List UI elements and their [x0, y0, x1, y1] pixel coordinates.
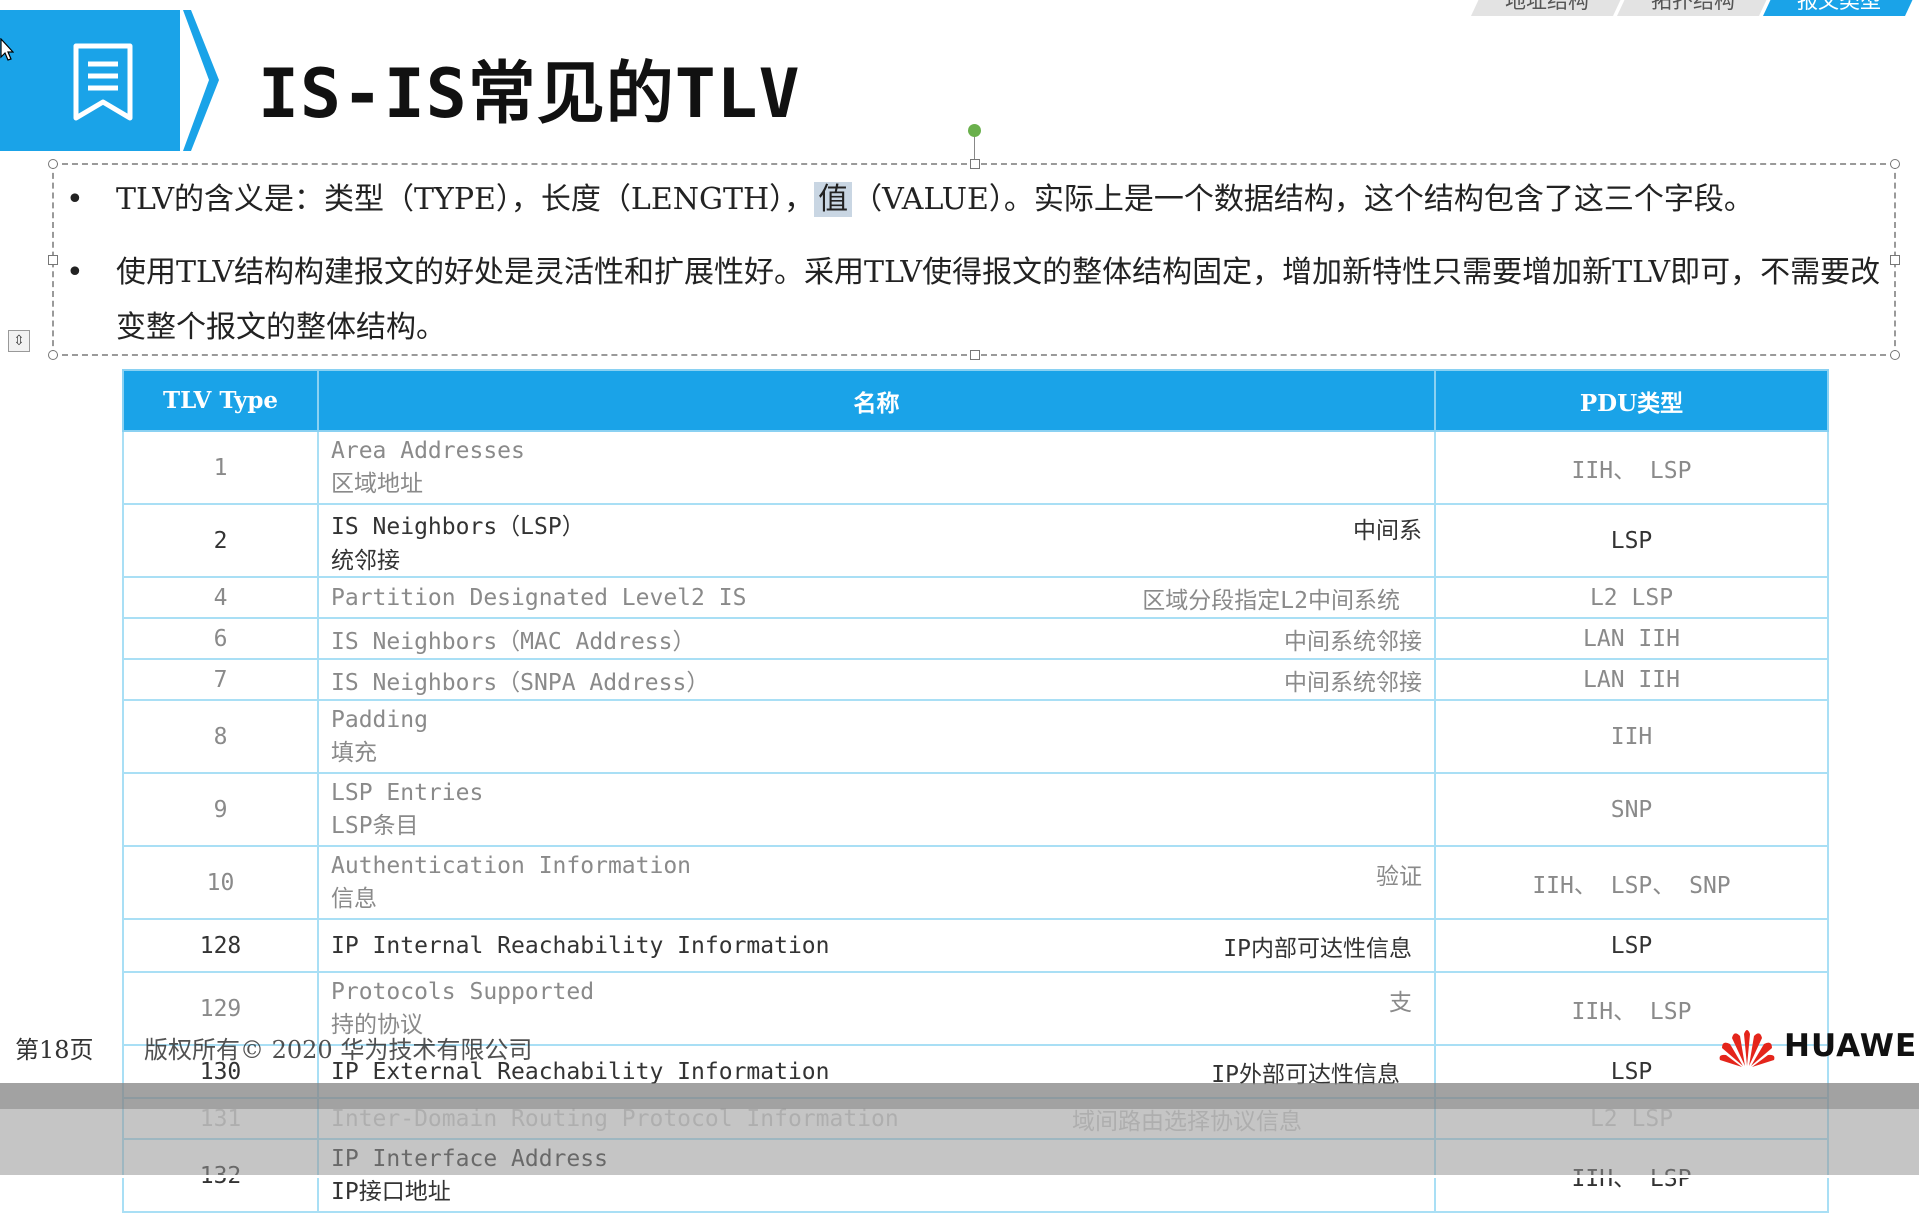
table-row: 9 LSP Entries LSP条目 SNP	[122, 772, 1829, 847]
pdu-type-cell: SNP	[1434, 772, 1829, 847]
huawei-wordmark: HUAWEI	[1784, 1028, 1919, 1064]
tlv-name-en: IS Neighbors（LSP）	[331, 513, 585, 540]
rotate-handle[interactable]	[968, 124, 981, 137]
page-title: IS-IS常见的TLV	[258, 55, 801, 134]
tlv-name-en: Partition Designated Level2 IS	[331, 584, 747, 611]
tlv-name-en: IS Neighbors（MAC Address）	[331, 628, 696, 655]
column-header-name: 名称	[317, 369, 1436, 432]
mouse-cursor-icon	[0, 38, 14, 61]
tlv-type-cell: 7	[122, 658, 319, 701]
tlv-name-cell: IS Neighbors（LSP） 统邻接 中间系	[317, 503, 1436, 578]
tlv-name-cn-right: 中间系	[1353, 517, 1422, 544]
table-row: 8 Padding 填充 IIH	[122, 699, 1829, 774]
pdu-type-cell: LSP	[1434, 918, 1829, 973]
bullet-text: TLV的含义是：类型（TYPE），长度（LENGTH），	[116, 182, 815, 217]
pdu-type-cell: LSP	[1434, 503, 1829, 578]
pdu-type-cell: LAN IIH	[1434, 658, 1829, 701]
tlv-name-cn: 信息	[331, 885, 377, 912]
tlv-name-cell: LSP Entries LSP条目	[317, 772, 1436, 847]
document-icon	[73, 43, 133, 121]
tlv-name-cn-right: 区域分段指定L2中间系统	[1142, 587, 1400, 614]
pdu-type-cell: IIH	[1434, 699, 1829, 774]
table-row: 6 IS Neighbors（MAC Address） 中间系统邻接 LAN I…	[122, 617, 1829, 660]
footer-copyright: 版权所有© 2020 华为技术有限公司	[144, 1036, 533, 1064]
table-header-row: TLV Type 名称 PDU类型	[122, 369, 1829, 432]
resize-handle-top-right[interactable]	[1890, 159, 1900, 169]
tlv-name-en: Padding	[331, 706, 428, 733]
tlv-name-en: LSP Entries	[331, 779, 484, 806]
tlv-name-cn: LSP条目	[331, 812, 419, 839]
tlv-name-cell: Area Addresses 区域地址	[317, 430, 1436, 505]
table-row: 1 Area Addresses 区域地址 IIH、 LSP	[122, 430, 1829, 505]
tlv-name-cn: 统邻接	[331, 547, 400, 574]
bullet-text: （VALUE）。实际上是一个数据结构，这个结构包含了这三个字段。	[852, 182, 1754, 217]
resize-handle-top[interactable]	[970, 159, 980, 169]
tlv-name-cn-right: 中间系统邻接	[1284, 628, 1422, 655]
tlv-name-en: Inter-Domain Routing Protocol Informatio…	[331, 1105, 899, 1132]
column-header-tlv-type: TLV Type	[122, 369, 319, 432]
tlv-name-cn-right: IP内部可达性信息	[1223, 935, 1412, 962]
tlv-name-cn-right: 验证	[1376, 863, 1422, 890]
tlv-type-cell: 4	[122, 576, 319, 619]
resize-handle-bottom-left[interactable]	[48, 350, 58, 360]
tlv-type-cell: 2	[122, 503, 319, 578]
tab-topology-structure[interactable]: 拓扑结构	[1617, 0, 1773, 16]
footer-page-number: 第18页	[15, 1036, 94, 1064]
resize-handle-top-left[interactable]	[48, 159, 58, 169]
tlv-name-en: IP Interface Address	[331, 1145, 608, 1172]
tlv-name-en: IP Internal Reachability Information	[331, 932, 830, 959]
tab-packet-types[interactable]: 报文类型	[1763, 0, 1919, 16]
bullet-text: 使用TLV结构构建报文的好处是灵活性和扩展性好。采用TLV使得报文的整体结构固定…	[116, 255, 1881, 345]
tlv-name-cell: Authentication Information 信息 验证	[317, 845, 1436, 920]
bullet-tlv-meaning: TLV的含义是：类型（TYPE），长度（LENGTH），值（VALUE）。实际上…	[60, 172, 1890, 227]
pdu-type-cell: L2 LSP	[1434, 576, 1829, 619]
tlv-name-cn-right: 中间系统邻接	[1284, 669, 1422, 696]
table-row: 128 IP Internal Reachability Information…	[122, 918, 1829, 973]
table-row: 7 IS Neighbors（SNPA Address） 中间系统邻接 LAN …	[122, 658, 1829, 701]
tlv-name-cn-right: 支	[1389, 989, 1412, 1016]
layout-options-icon[interactable]: ⇳	[8, 330, 30, 352]
tlv-name-en: Authentication Information	[331, 852, 692, 879]
tlv-type-cell: 1	[122, 430, 319, 505]
huawei-logo: HUAWEI	[1718, 1024, 1919, 1068]
tlv-type-cell: 8	[122, 699, 319, 774]
highlighted-text: 值	[814, 182, 853, 217]
tlv-type-cell: 128	[122, 918, 319, 973]
section-tabs: 地址结构 拓扑结构 报文类型	[1481, 0, 1919, 16]
tab-address-structure[interactable]: 地址结构	[1471, 0, 1627, 16]
tlv-name-cell: Padding 填充	[317, 699, 1436, 774]
tlv-type-cell: 10	[122, 845, 319, 920]
tlv-name-cn: 填充	[331, 739, 377, 766]
tlv-name-cn: 区域地址	[331, 470, 423, 497]
table-row: 2 IS Neighbors（LSP） 统邻接 中间系 LSP	[122, 503, 1829, 578]
header-ribbon-stripe	[183, 10, 219, 151]
resize-handle-right[interactable]	[1890, 255, 1900, 265]
rotate-stem	[974, 135, 975, 161]
tlv-type-cell: 6	[122, 617, 319, 660]
pdu-type-cell: LAN IIH	[1434, 617, 1829, 660]
video-overlay-band-top	[0, 1083, 1919, 1109]
tlv-name-en: Protocols Supported	[331, 978, 595, 1005]
tlv-name-cell: IS Neighbors（MAC Address） 中间系统邻接	[317, 617, 1436, 660]
huawei-flower-icon	[1719, 1030, 1775, 1067]
table-row: 10 Authentication Information 信息 验证 IIH、…	[122, 845, 1829, 920]
bullet-list: TLV的含义是：类型（TYPE），长度（LENGTH），值（VALUE）。实际上…	[60, 172, 1890, 373]
tlv-name-en: Area Addresses	[331, 437, 525, 464]
pdu-type-cell: IIH、 LSP	[1434, 430, 1829, 505]
pdu-type-cell: IIH、 LSP、 SNP	[1434, 845, 1829, 920]
bullet-tlv-benefit: 使用TLV结构构建报文的好处是灵活性和扩展性好。采用TLV使得报文的整体结构固定…	[60, 245, 1890, 355]
tlv-name-cell: IP Internal Reachability Information IP内…	[317, 918, 1436, 973]
resize-handle-bottom-right[interactable]	[1890, 350, 1900, 360]
tlv-type-cell: 9	[122, 772, 319, 847]
tlv-name-cell: IS Neighbors（SNPA Address） 中间系统邻接	[317, 658, 1436, 701]
resize-handle-left[interactable]	[48, 255, 58, 265]
tlv-name-en: IS Neighbors（SNPA Address）	[331, 669, 710, 696]
column-header-pdu-type: PDU类型	[1434, 369, 1829, 432]
table-row: 4 Partition Designated Level2 IS 区域分段指定L…	[122, 576, 1829, 619]
tlv-name-cell: Partition Designated Level2 IS 区域分段指定L2中…	[317, 576, 1436, 619]
